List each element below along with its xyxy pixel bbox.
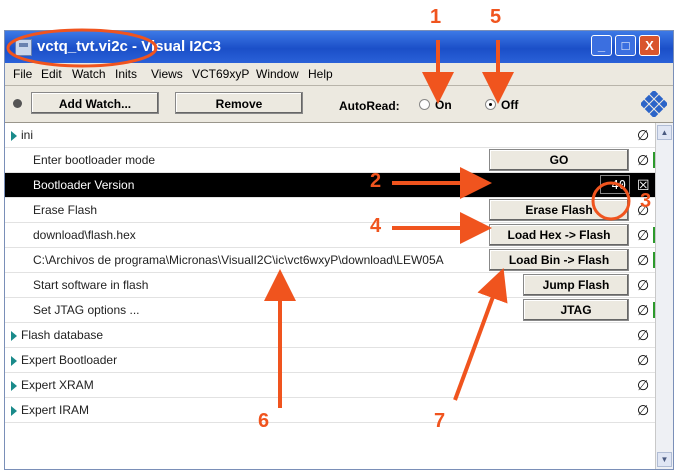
toolbar: Add Watch... Remove AutoRead: On Off [5, 86, 673, 123]
go-button[interactable]: GO [489, 149, 629, 171]
annotation-4: 4 [370, 215, 382, 237]
menu-help[interactable]: Help [308, 67, 333, 81]
add-watch-button[interactable]: Add Watch... [31, 92, 159, 114]
list-item-expert-iram[interactable]: Expert IRAM ∅ [5, 398, 655, 423]
list-item-ini[interactable]: ini ∅ [5, 123, 655, 148]
row-label: Expert Bootloader [21, 353, 118, 367]
title-bar[interactable]: vctq_tvt.vi2c - Visual I2C3 _ □ X [5, 31, 673, 63]
annotation-5: 5 [490, 6, 502, 28]
annotation-6: 6 [258, 410, 270, 432]
expand-triangle-icon[interactable] [11, 406, 17, 416]
state-empty-icon: ∅ [637, 277, 650, 293]
annotation-7: 7 [434, 410, 446, 432]
row-label: Erase Flash [33, 203, 98, 217]
load-bin-flash-button[interactable]: Load Bin -> Flash [489, 249, 629, 271]
list-item-flash-database[interactable]: Flash database ∅ [5, 323, 655, 348]
menu-window[interactable]: Window [256, 67, 299, 81]
scroll-down-arrow-icon[interactable]: ▼ [657, 452, 672, 467]
state-empty-icon: ∅ [637, 352, 650, 368]
minimize-button[interactable]: _ [591, 35, 612, 56]
menu-watch[interactable]: Watch [72, 67, 106, 81]
jump-flash-button[interactable]: Jump Flash [523, 274, 629, 296]
list-item-bootloader-version[interactable]: Bootloader Version 40 ☒ [5, 173, 655, 198]
row-label: Expert IRAM [21, 403, 90, 417]
row-label: ini [21, 128, 34, 142]
state-empty-icon: ∅ [637, 127, 650, 143]
value-field[interactable]: 40 [600, 175, 630, 194]
load-hex-flash-button[interactable]: Load Hex -> Flash [489, 224, 629, 246]
remove-button[interactable]: Remove [175, 92, 303, 114]
maximize-button[interactable]: □ [615, 35, 636, 56]
row-label: Flash database [21, 328, 104, 342]
list-item-erase-flash[interactable]: Erase Flash Erase Flash ∅ [5, 198, 655, 223]
list-item-expert-bootloader[interactable]: Expert Bootloader ∅ [5, 348, 655, 373]
annotation-1: 1 [430, 6, 442, 28]
menu-edit[interactable]: Edit [41, 67, 62, 81]
list-item-bin-path[interactable]: C:\Archivos de programa\Micronas\VisualI… [5, 248, 655, 273]
autoread-on-label[interactable]: On [435, 98, 452, 112]
expand-triangle-icon[interactable] [11, 381, 17, 391]
state-empty-icon: ∅ [637, 302, 650, 318]
autoread-off-label[interactable]: Off [501, 98, 518, 112]
register-list: ini ∅ Enter bootloader mode GO ∅ Bootloa… [5, 123, 673, 469]
close-button[interactable]: X [639, 35, 660, 56]
row-label: Expert XRAM [21, 378, 94, 392]
state-empty-icon: ∅ [637, 227, 650, 243]
state-empty-icon: ∅ [637, 252, 650, 268]
row-label: Start software in flash [33, 278, 149, 292]
list-item-enter-bootloader[interactable]: Enter bootloader mode GO ∅ [5, 148, 655, 173]
autoread-off-radio[interactable] [485, 99, 496, 110]
list-item-start-software[interactable]: Start software in flash Jump Flash ∅ [5, 273, 655, 298]
state-empty-icon: ∅ [637, 377, 650, 393]
menu-file[interactable]: File [13, 67, 32, 81]
state-empty-icon: ∅ [637, 327, 650, 343]
app-icon [15, 39, 32, 56]
menu-vct69xyp[interactable]: VCT69xyP [192, 67, 249, 81]
scroll-up-arrow-icon[interactable]: ▲ [657, 125, 672, 140]
annotation-3: 3 [640, 190, 652, 212]
autoread-label: AutoRead: [339, 99, 400, 113]
menu-inits[interactable]: Inits [115, 67, 137, 81]
list-item-jtag-options[interactable]: Set JTAG options ... JTAG ∅ [5, 298, 655, 323]
row-label: C:\Archivos de programa\Micronas\VisualI… [33, 253, 444, 267]
autoread-on-radio[interactable] [419, 99, 430, 110]
window-title: vctq_tvt.vi2c - Visual I2C3 [37, 38, 221, 55]
state-empty-icon: ∅ [637, 402, 650, 418]
row-label: Bootloader Version [33, 178, 135, 192]
state-empty-icon: ∅ [637, 152, 650, 168]
menu-views[interactable]: Views [151, 67, 183, 81]
jtag-button[interactable]: JTAG [523, 299, 629, 321]
list-item-download-hex[interactable]: download\flash.hex Load Hex -> Flash ∅ [5, 223, 655, 248]
micronas-logo-icon [641, 91, 667, 117]
erase-flash-button[interactable]: Erase Flash [489, 199, 629, 221]
annotation-2: 2 [370, 170, 382, 192]
expand-triangle-icon[interactable] [11, 131, 17, 141]
status-led [13, 99, 22, 108]
visuali2c-window: vctq_tvt.vi2c - Visual I2C3 _ □ X File E… [4, 30, 674, 470]
row-label: Enter bootloader mode [33, 153, 156, 167]
row-label: download\flash.hex [33, 228, 136, 242]
expand-triangle-icon[interactable] [11, 356, 17, 366]
list-item-expert-xram[interactable]: Expert XRAM ∅ [5, 373, 655, 398]
menu-bar: File Edit Watch Inits Views VCT69xyP Win… [5, 63, 673, 86]
row-label: Set JTAG options ... [33, 303, 140, 317]
vertical-scrollbar[interactable]: ▲ ▼ [655, 123, 673, 469]
expand-triangle-icon[interactable] [11, 331, 17, 341]
